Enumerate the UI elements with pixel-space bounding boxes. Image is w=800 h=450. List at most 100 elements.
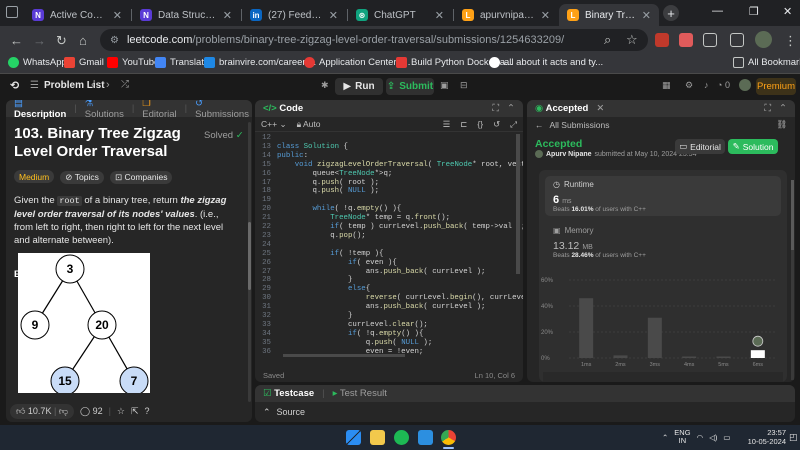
code-vertical-scrollbar[interactable] — [516, 134, 520, 274]
chevron-up-icon[interactable]: ⌃ — [662, 433, 668, 442]
description-scrollbar[interactable] — [248, 122, 251, 402]
notes-icon[interactable]: ☰ — [443, 119, 451, 130]
code-editor[interactable]: 12 13 class Solution {14 public: 15 void zig… — [255, 132, 523, 362]
chart-bar[interactable] — [682, 356, 697, 359]
tab-editorial[interactable]: ❐ Editorial — [142, 100, 176, 120]
system-clock[interactable]: 23:57 10-05-2024 — [742, 428, 786, 446]
browser-tab-4[interactable]: ⊛ ChatGPT ✕ — [348, 4, 452, 26]
thumbs-down-icon[interactable]: 👎︎ — [59, 406, 68, 416]
tab-test-result[interactable]: ▸ Test Result — [333, 388, 387, 399]
accepted-scrollbar[interactable] — [791, 180, 794, 380]
shuffle-icon[interactable]: ⤮ — [121, 79, 129, 90]
back-arrow-icon[interactable]: ← — [535, 120, 544, 130]
bell-icon[interactable]: ♪ — [704, 80, 709, 90]
browser-tab-5[interactable]: L apurvnipane111 - Le ✕ — [454, 4, 558, 26]
expand-icon[interactable]: ⤢ — [510, 119, 517, 130]
address-bar[interactable]: ⚙ leetcode.com/problems/binary-tree-zigz… — [100, 29, 648, 51]
close-icon[interactable]: ✕ — [329, 9, 338, 22]
chart-bar[interactable] — [750, 350, 765, 358]
solution-button[interactable]: ✎ Solution — [728, 139, 778, 154]
browser-tab-1[interactable]: N Active Courses ✕ — [24, 4, 130, 26]
bookmark-youtube[interactable]: YouTube — [107, 57, 159, 68]
companies-chip[interactable]: ⊡ Companies — [109, 170, 173, 184]
extension-icon[interactable] — [655, 33, 669, 47]
runtime-card[interactable]: ◷ Runtime 6 ms Beats 16.01% of users with… — [545, 176, 781, 216]
settings-gear-icon[interactable]: ⚙ — [685, 80, 693, 91]
browser-tab-3[interactable]: in (27) Feed | LinkedIn ✕ — [242, 4, 346, 26]
vscode-icon[interactable] — [418, 430, 433, 445]
tab-submissions[interactable]: ↺ Submissions — [195, 100, 249, 120]
bookmark-star-icon[interactable]: ☆ — [626, 32, 638, 48]
tab-solutions[interactable]: ⚗ Solutions — [85, 100, 124, 120]
bookmark-brainvire[interactable]: brainvire.com/career/... — [204, 57, 316, 68]
back-arrow-icon[interactable]: ← — [10, 33, 23, 48]
browser-tab-2[interactable]: N Data Structures & A ✕ — [132, 4, 240, 26]
prev-problem-icon[interactable]: ‹ — [91, 79, 95, 91]
zoom-search-icon[interactable]: ⌕ — [604, 32, 611, 48]
chart-bar[interactable] — [716, 356, 731, 359]
collapse-icon[interactable]: ⌃ — [779, 103, 787, 114]
all-bookmarks[interactable]: All Bookmarks — [733, 57, 800, 68]
maximize-icon[interactable]: ❐ — [749, 5, 759, 18]
scrollbar-thumb[interactable] — [791, 180, 794, 250]
site-info-icon[interactable]: ⚙ — [110, 35, 119, 46]
user-avatar[interactable] — [739, 79, 751, 91]
help-icon[interactable]: ? — [145, 406, 150, 416]
tab-description[interactable]: ▤ Description — [14, 100, 66, 120]
like-button[interactable]: 👍︎ 10.7K | 👎︎ — [10, 403, 74, 419]
submit-button[interactable]: ⇪ Submit — [386, 78, 434, 95]
tab-testcase[interactable]: ☑ Testcase — [263, 388, 314, 399]
bookmark-gmail[interactable]: Gmail — [64, 57, 104, 68]
share-icon[interactable]: ⇱ — [131, 406, 139, 417]
collapse-icon[interactable]: ⌃ — [507, 103, 515, 114]
bookmark-whatsapp[interactable]: WhatsApp — [8, 57, 67, 68]
close-icon[interactable]: ✕ — [596, 103, 604, 114]
new-tab-plus-icon[interactable]: + — [663, 5, 679, 21]
battery-icon[interactable]: ▭ — [723, 433, 730, 442]
problem-list-link[interactable]: Problem List — [44, 80, 105, 91]
minimize-icon[interactable]: — — [712, 5, 723, 17]
chart-bar[interactable] — [579, 298, 594, 358]
chrome-icon[interactable] — [441, 430, 456, 445]
forward-arrow-icon[interactable]: → — [33, 33, 46, 48]
window-close-icon[interactable]: ✕ — [783, 5, 792, 18]
scrollbar-thumb[interactable] — [248, 222, 251, 290]
close-icon[interactable]: ✕ — [113, 9, 122, 22]
comments-button[interactable]: ◯ 92 — [80, 406, 103, 417]
reload-icon[interactable]: ↻ — [56, 33, 67, 49]
tab-accepted[interactable]: ◉ Accepted — [535, 103, 588, 114]
auto-mode[interactable]: 🔒︎ Auto — [297, 119, 321, 130]
close-icon[interactable]: ✕ — [642, 9, 651, 22]
editorial-button[interactable]: ▭ Editorial — [675, 139, 725, 154]
notes-icon[interactable]: ▣ — [440, 80, 449, 91]
wifi-icon[interactable]: ◠ — [697, 433, 704, 442]
code-horizontal-scrollbar[interactable] — [283, 354, 405, 357]
all-submissions-link[interactable]: All Submissions — [550, 120, 610, 130]
username[interactable]: Apurv Nipane — [546, 151, 592, 158]
chart-bar[interactable] — [647, 317, 662, 358]
bookmark-icon[interactable]: ⊏ — [460, 119, 467, 130]
reset-icon[interactable]: ↺ — [493, 119, 500, 130]
next-problem-icon[interactable]: › — [106, 79, 110, 91]
spotify-icon[interactable] — [394, 430, 409, 445]
kebab-menu-icon[interactable]: ⋮ — [784, 33, 797, 49]
favorite-star-icon[interactable]: ☆ — [117, 406, 125, 417]
tab-search-icon[interactable] — [6, 6, 18, 18]
extension-icon[interactable] — [679, 33, 693, 47]
memory-section[interactable]: ▣ Memory 13.12 MB Beats 28.46% of users w… — [553, 226, 783, 259]
browser-tab-active[interactable]: L Binary Tree Zigzag L ✕ — [559, 4, 659, 26]
run-button[interactable]: ▶ Run — [335, 78, 383, 95]
close-icon[interactable]: ✕ — [541, 9, 550, 22]
fullscreen-icon[interactable]: ⛶ — [492, 103, 499, 114]
profile-avatar[interactable] — [755, 31, 772, 48]
bookmark-google-search[interactable]: all about it acts and ty... — [489, 57, 603, 68]
layout-icon[interactable]: ▦ — [662, 80, 671, 91]
leetcode-logo-icon[interactable]: ⟲ — [10, 79, 19, 92]
language-indicator[interactable]: ENG IN — [674, 429, 690, 445]
bookmark-application-center[interactable]: Application Center -... — [304, 57, 410, 68]
file-explorer-icon[interactable] — [370, 430, 385, 445]
bookmark-translate[interactable]: Translate — [155, 57, 209, 68]
language-select[interactable]: C++ ⌄ — [261, 119, 287, 130]
tab-code[interactable]: </> Code — [263, 103, 303, 114]
close-icon[interactable]: ✕ — [435, 9, 444, 22]
